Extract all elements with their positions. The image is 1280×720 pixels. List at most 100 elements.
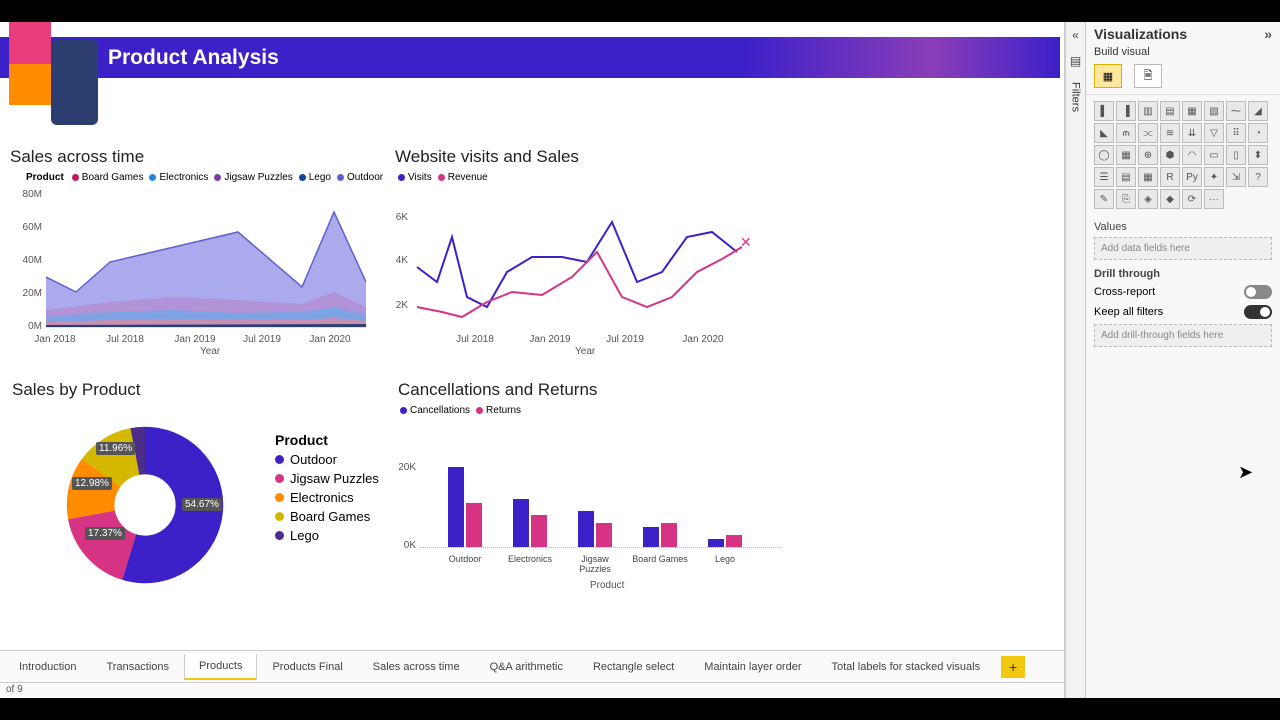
filters-funnel-icon[interactable]: ▤: [1070, 54, 1081, 68]
legend-donut: Product Outdoor Jigsaw Puzzles Electroni…: [275, 432, 379, 547]
tab-products-final[interactable]: Products Final: [257, 654, 357, 680]
drill-through-field-well[interactable]: Add drill-through fields here: [1094, 324, 1272, 347]
cross-report-toggle[interactable]: [1244, 285, 1272, 299]
pct-jigsaw: 17.37%: [85, 527, 125, 540]
viz-100-stacked-column-icon[interactable]: ▧: [1204, 101, 1224, 121]
logo-block-navy: [51, 40, 98, 125]
viz-donut-icon[interactable]: ◯: [1094, 145, 1114, 165]
viz-slicer-icon[interactable]: ☰: [1094, 167, 1114, 187]
values-field-well[interactable]: Add data fields here: [1094, 237, 1272, 260]
visualizations-pane: Visualizations » Build visual ▦ 🗎 ▌ ▐ ▥ …: [1085, 22, 1280, 698]
viz-clustered-column-icon[interactable]: ▤: [1160, 101, 1180, 121]
pct-outdoor: 54.67%: [182, 498, 222, 511]
tab-qa-arithmetic[interactable]: Q&A arithmetic: [475, 654, 578, 680]
viz-line-stacked-icon[interactable]: ⫗: [1138, 123, 1158, 143]
logo-block-pink: [9, 22, 51, 64]
viz-python-icon[interactable]: Py: [1182, 167, 1202, 187]
bar-jigsaw-return[interactable]: [596, 523, 612, 547]
pane-title: Visualizations: [1094, 26, 1187, 42]
page-tabs: Introduction Transactions Products Produ…: [0, 650, 1064, 682]
viz-stacked-area-icon[interactable]: ◣: [1094, 123, 1114, 143]
chart-title-cancel: Cancellations and Returns: [398, 380, 597, 400]
viz-multi-card-icon[interactable]: ▯: [1226, 145, 1246, 165]
viz-line-clustered-icon[interactable]: ⫙: [1116, 123, 1136, 143]
legend-visits: Visits Revenue: [398, 172, 488, 183]
viz-filled-map-icon[interactable]: ⬢: [1160, 145, 1180, 165]
viz-decomposition-icon[interactable]: ⇲: [1226, 167, 1246, 187]
tab-sales-across-time[interactable]: Sales across time: [358, 654, 475, 680]
viz-scatter-icon[interactable]: ⠿: [1226, 123, 1246, 143]
viz-stacked-column-icon[interactable]: ▥: [1138, 101, 1158, 121]
viz-arcgis-icon[interactable]: ◈: [1138, 189, 1158, 209]
bar-outdoor-cancel[interactable]: [448, 467, 464, 547]
page-title-banner: Product Analysis: [0, 37, 1060, 78]
cross-report-label: Cross-report: [1094, 286, 1155, 298]
chart-title-visits: Website visits and Sales: [395, 147, 579, 167]
values-label: Values: [1086, 215, 1280, 235]
viz-key-influencers-icon[interactable]: ✦: [1204, 167, 1224, 187]
viz-qa-icon[interactable]: ?: [1248, 167, 1268, 187]
viz-gauge-icon[interactable]: ◠: [1182, 145, 1202, 165]
format-visual-button[interactable]: 🗎: [1134, 64, 1162, 88]
viz-waterfall-icon[interactable]: ⇊: [1182, 123, 1202, 143]
viz-matrix-icon[interactable]: ▦: [1138, 167, 1158, 187]
chart-title-donut: Sales by Product: [12, 380, 141, 400]
keep-filters-label: Keep all filters: [1094, 306, 1163, 318]
tab-maintain-layer-order[interactable]: Maintain layer order: [689, 654, 816, 680]
bar-jigsaw-cancel[interactable]: [578, 511, 594, 547]
tab-products[interactable]: Products: [184, 654, 257, 680]
viz-narrative-icon[interactable]: ✎: [1094, 189, 1114, 209]
viz-paginated-icon[interactable]: ⎘: [1116, 189, 1136, 209]
viz-r-icon[interactable]: R: [1160, 167, 1180, 187]
legend-sales-time: Product Board Games Electronics Jigsaw P…: [26, 172, 383, 183]
svg-text:✕: ✕: [740, 234, 752, 250]
filters-rail-label[interactable]: Filters: [1070, 80, 1082, 114]
bar-outdoor-return[interactable]: [466, 503, 482, 547]
viz-kpi-icon[interactable]: ⬍: [1248, 145, 1268, 165]
build-visual-label: Build visual: [1086, 46, 1280, 60]
viz-card-icon[interactable]: ▭: [1204, 145, 1224, 165]
report-canvas[interactable]: Product Analysis Sales across time Produ…: [0, 22, 1064, 650]
collapse-filters-icon[interactable]: «: [1072, 28, 1079, 42]
viz-100-stacked-bar-icon[interactable]: ▦: [1182, 101, 1202, 121]
viz-get-more-icon[interactable]: ···: [1204, 189, 1224, 209]
viz-map-icon[interactable]: ⊕: [1138, 145, 1158, 165]
viz-ribbon-icon[interactable]: ≋: [1160, 123, 1180, 143]
add-page-button[interactable]: +: [1001, 656, 1025, 678]
viz-funnel-icon[interactable]: ▽: [1204, 123, 1224, 143]
viz-table-icon[interactable]: ▤: [1116, 167, 1136, 187]
area-chart-sales-time[interactable]: [46, 192, 366, 332]
viz-powerapps-icon[interactable]: ◆: [1160, 189, 1180, 209]
bar-electronics-return[interactable]: [531, 515, 547, 547]
viz-clustered-bar-icon[interactable]: ▐: [1116, 101, 1136, 121]
filters-rail: « ▤ Filters: [1065, 22, 1085, 698]
viz-stacked-bar-icon[interactable]: ▌: [1094, 101, 1114, 121]
logo-block-orange: [9, 64, 51, 105]
bar-electronics-cancel[interactable]: [513, 499, 529, 547]
tab-transactions[interactable]: Transactions: [91, 654, 184, 680]
viz-pie-icon[interactable]: ◔: [1248, 123, 1268, 143]
viz-line-icon[interactable]: ⁓: [1226, 101, 1246, 121]
legend-cancel: Cancellations Returns: [400, 405, 521, 416]
bar-board-return[interactable]: [661, 523, 677, 547]
bar-lego-cancel[interactable]: [708, 539, 724, 547]
build-visual-button[interactable]: ▦: [1094, 64, 1122, 88]
expand-pane-icon[interactable]: »: [1264, 26, 1272, 42]
tab-introduction[interactable]: Introduction: [4, 654, 91, 680]
viz-automate-icon[interactable]: ⟳: [1182, 189, 1202, 209]
page-title: Product Analysis: [108, 46, 279, 70]
line-chart-visits[interactable]: ✕: [412, 197, 752, 332]
pct-electronics: 12.98%: [72, 477, 112, 490]
viz-area-icon[interactable]: ◢: [1248, 101, 1268, 121]
keep-filters-toggle[interactable]: [1244, 305, 1272, 319]
tab-total-labels[interactable]: Total labels for stacked visuals: [817, 654, 996, 680]
viz-treemap-icon[interactable]: ▦: [1116, 145, 1136, 165]
legend-title: Product: [26, 172, 64, 183]
visualization-gallery: ▌ ▐ ▥ ▤ ▦ ▧ ⁓ ◢ ◣ ⫙ ⫗ ≋ ⇊ ▽ ⠿ ◔ ◯ ▦ ⊕ ⬢ …: [1086, 95, 1280, 215]
tab-rectangle-select[interactable]: Rectangle select: [578, 654, 689, 680]
chart-title-sales-time: Sales across time: [10, 147, 144, 167]
bar-board-cancel[interactable]: [643, 527, 659, 547]
bar-lego-return[interactable]: [726, 535, 742, 547]
pct-board: 11.96%: [96, 442, 135, 455]
status-bar: of 9: [0, 682, 1064, 698]
